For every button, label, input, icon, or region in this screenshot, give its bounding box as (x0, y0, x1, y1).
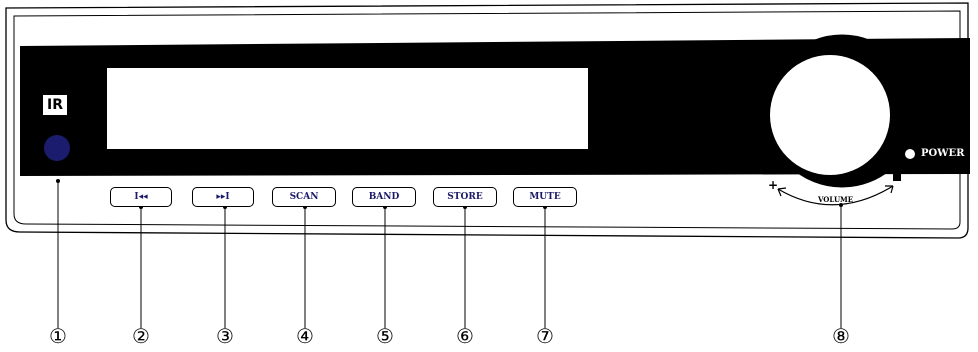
callout-7: ⑦ (536, 324, 554, 348)
lcd-display (107, 68, 588, 149)
band-button[interactable]: BAND (352, 187, 416, 207)
power-label: POWER (921, 148, 965, 159)
ir-logo: IR (43, 95, 67, 115)
callout-3: ③ (216, 324, 234, 348)
menu-label: MENU (289, 160, 319, 170)
leader-dot (56, 179, 60, 183)
prev-track-button[interactable]: I◂◂ (110, 187, 172, 207)
ir-sensor (44, 135, 70, 161)
power-led-icon (905, 149, 915, 159)
callout-2: ② (132, 324, 150, 348)
callout-1: ① (49, 324, 67, 348)
volume-knob[interactable] (770, 55, 890, 175)
right-arrow-icon: ▶ (458, 157, 468, 171)
mute-button[interactable]: MUTE (513, 187, 577, 207)
callout-5: ⑤ (376, 324, 394, 348)
up-arrow-icon: ▲ (378, 157, 388, 171)
callout-8: ⑧ (832, 324, 850, 348)
volume-arc-left-arrowhead (777, 187, 787, 197)
down-arrow-icon: ▼ (218, 157, 228, 171)
next-track-button[interactable]: ▸▸I (192, 187, 254, 207)
scan-button[interactable]: SCAN (272, 187, 336, 207)
store-button[interactable]: STORE (433, 187, 497, 207)
car-radio-front-panel-diagram: IR POWER ◀ ▼ MENU ▲ ▶ I◂◂ ▸▸I SCAN BAND … (0, 0, 978, 352)
callout-4: ④ (296, 324, 314, 348)
volume-minus-mark (893, 174, 901, 181)
panel-outline (5, 2, 970, 328)
callout-6: ⑥ (456, 324, 474, 348)
volume-label: VOLUME (818, 195, 854, 204)
volume-plus-label: + (768, 178, 779, 192)
left-arrow-icon: ◀ (131, 157, 141, 171)
